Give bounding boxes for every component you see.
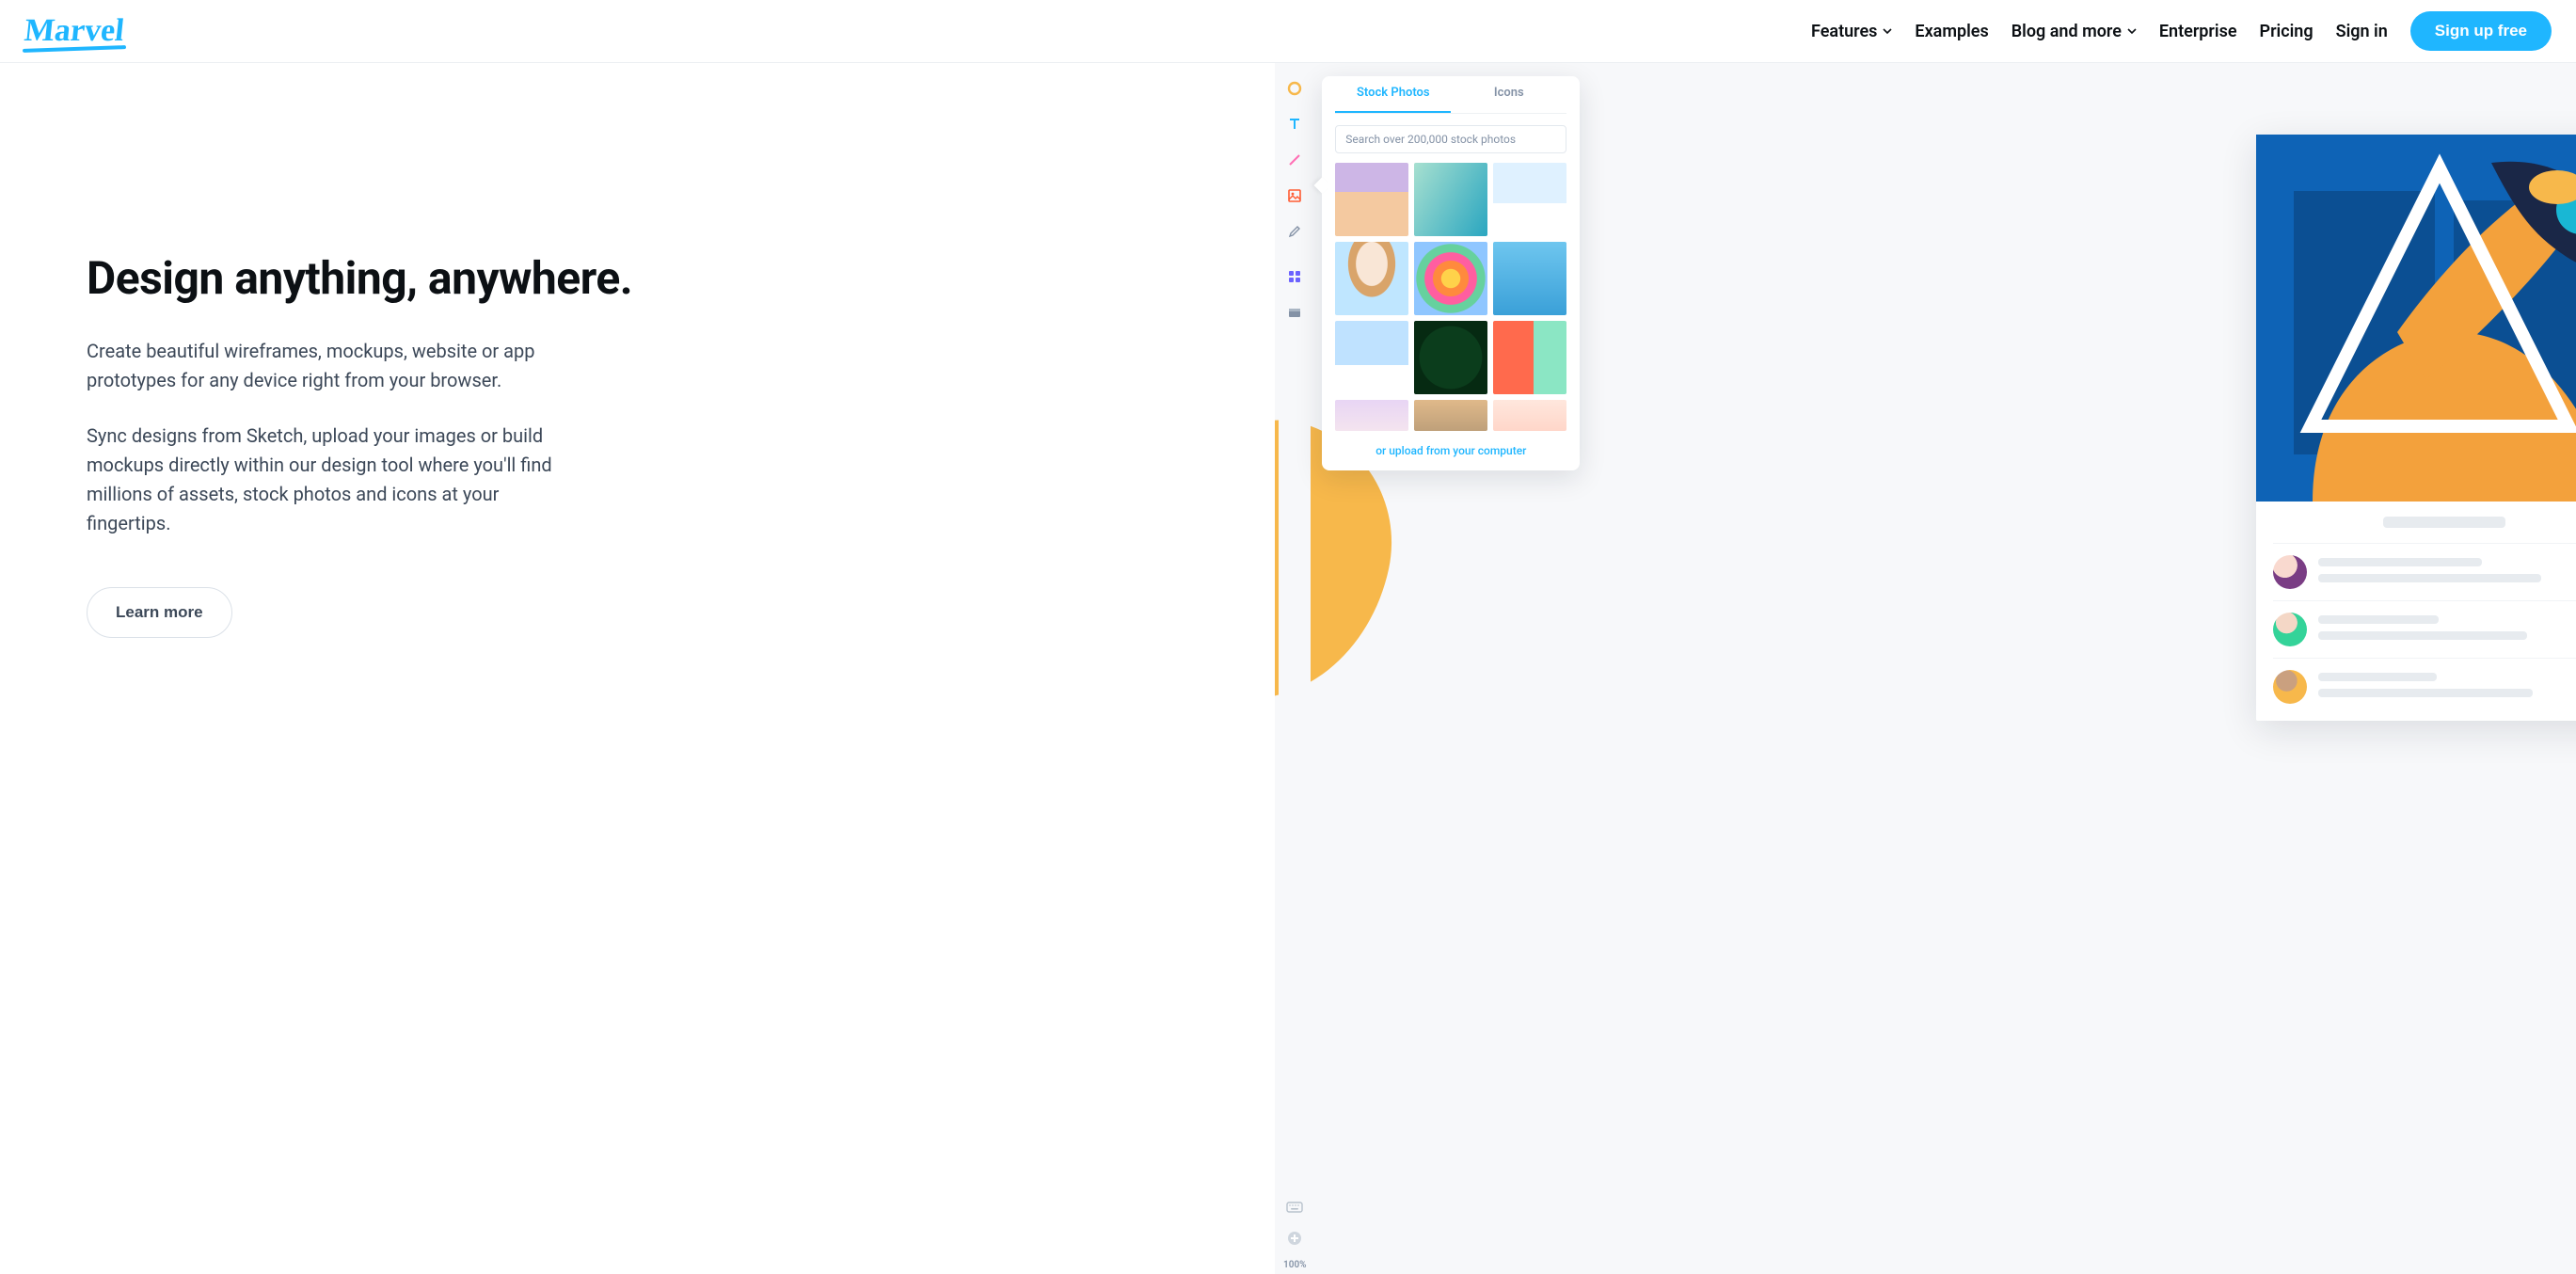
learn-more-button[interactable]: Learn more [87, 587, 232, 638]
stock-thumb[interactable] [1493, 400, 1566, 431]
stock-thumb[interactable] [1335, 321, 1408, 394]
stock-thumbnail-grid [1322, 163, 1580, 431]
stock-thumb[interactable] [1335, 163, 1408, 236]
site-header: Marvel Features Examples Blog and more E… [0, 0, 2576, 63]
preview-title-skeleton [2383, 517, 2505, 528]
comment-row [2273, 600, 2576, 658]
hero-paragraph-2: Sync designs from Sketch, upload your im… [87, 422, 576, 538]
avatar [2273, 555, 2307, 589]
text-skeleton [2318, 673, 2437, 681]
primary-nav: Features Examples Blog and more Enterpri… [1811, 11, 2552, 51]
hero-copy: Design anything, anywhere. Create beauti… [0, 63, 1275, 1274]
text-skeleton [2318, 631, 2527, 640]
tab-stock-photos[interactable]: Stock Photos [1335, 76, 1451, 113]
stock-thumb[interactable] [1493, 242, 1566, 315]
avatar [2273, 670, 2307, 704]
components-tool-icon[interactable] [1286, 268, 1303, 285]
nav-examples[interactable]: Examples [1915, 22, 1988, 41]
signup-button[interactable]: Sign up free [2410, 11, 2552, 51]
text-skeleton [2318, 689, 2533, 697]
stock-thumb[interactable] [1335, 400, 1408, 431]
stock-thumb[interactable] [1414, 242, 1487, 315]
tab-icons[interactable]: Icons [1451, 76, 1566, 113]
text-skeleton [2318, 558, 2482, 566]
keyboard-icon[interactable] [1286, 1200, 1303, 1217]
zoom-level: 100% [1283, 1260, 1307, 1270]
stock-photos-popover: Stock Photos Icons Search over 200,000 s… [1322, 76, 1580, 470]
preview-comments [2256, 502, 2576, 721]
brand-logo[interactable]: Marvel [23, 15, 125, 47]
nav-blog-label: Blog and more [2012, 22, 2122, 41]
upload-from-computer-link[interactable]: or upload from your computer [1322, 431, 1580, 463]
archive-tool-icon[interactable] [1286, 304, 1303, 321]
pencil-tool-icon[interactable] [1286, 223, 1303, 240]
stock-thumb[interactable] [1414, 400, 1487, 431]
comment-row [2273, 658, 2576, 715]
avatar [2273, 613, 2307, 646]
chevron-down-icon [1883, 26, 1892, 36]
design-canvas: 100% Stock Photos Icons Search over 200,… [1275, 63, 2576, 1274]
tool-rail: 100% [1279, 69, 1311, 1274]
nav-enterprise[interactable]: Enterprise [2159, 22, 2237, 41]
popover-tabs: Stock Photos Icons [1335, 76, 1566, 114]
stock-thumb[interactable] [1335, 242, 1408, 315]
design-preview-card [2256, 135, 2576, 721]
comment-row [2273, 543, 2576, 600]
line-tool-icon[interactable] [1286, 151, 1303, 168]
hero-paragraph-1: Create beautiful wireframes, mockups, we… [87, 337, 576, 395]
tool-rail-bottom: 100% [1279, 1200, 1311, 1274]
zoom-add-icon[interactable] [1286, 1230, 1303, 1247]
page-stage: Design anything, anywhere. Create beauti… [0, 63, 2576, 1274]
text-tool-icon[interactable] [1286, 116, 1303, 133]
design-preview-image [2256, 135, 2576, 502]
chevron-down-icon [2127, 26, 2137, 36]
hero-body: Create beautiful wireframes, mockups, we… [87, 337, 576, 538]
shape-tool-icon[interactable] [1286, 80, 1303, 97]
stock-thumb[interactable] [1493, 163, 1566, 236]
nav-pricing[interactable]: Pricing [2260, 22, 2314, 41]
nav-signin[interactable]: Sign in [2336, 22, 2388, 41]
stock-thumb[interactable] [1493, 321, 1566, 394]
stock-thumb[interactable] [1414, 321, 1487, 394]
text-skeleton [2318, 615, 2439, 624]
nav-features[interactable]: Features [1811, 22, 1892, 41]
image-tool-icon[interactable] [1286, 187, 1303, 204]
stock-thumb[interactable] [1414, 163, 1487, 236]
stock-search-input[interactable]: Search over 200,000 stock photos [1335, 125, 1566, 153]
hero-headline: Design anything, anywhere. [87, 251, 1228, 305]
nav-blog[interactable]: Blog and more [2012, 22, 2137, 41]
nav-features-label: Features [1811, 22, 1877, 41]
text-skeleton [2318, 574, 2541, 582]
